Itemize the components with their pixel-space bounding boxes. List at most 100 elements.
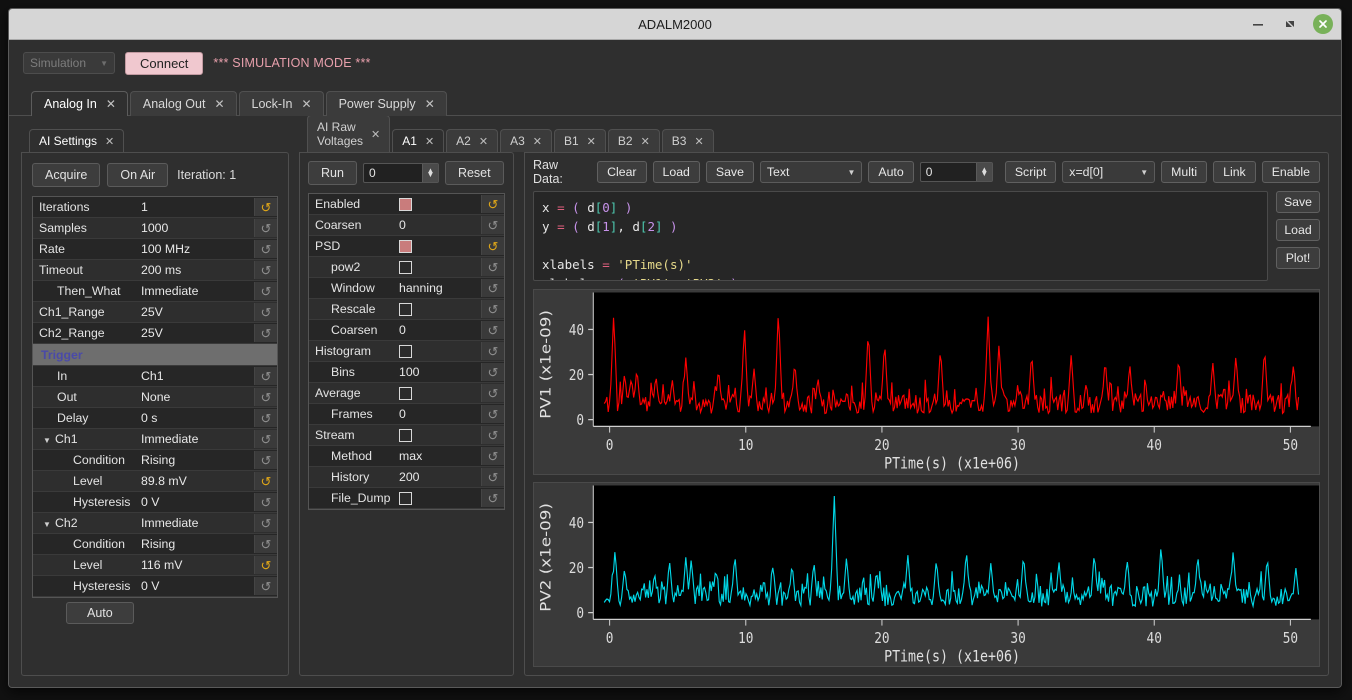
revert-button[interactable]: ↺ xyxy=(254,303,277,321)
property-value[interactable]: 0 xyxy=(399,218,481,232)
property-row[interactable]: Trigger xyxy=(33,344,277,366)
revert-button[interactable]: ↺ xyxy=(481,447,504,465)
stepper-arrows-icon[interactable]: ▲ ▼ xyxy=(975,163,992,181)
auto-trigger-button[interactable]: Auto xyxy=(66,602,134,624)
property-row[interactable]: Average ↺ xyxy=(309,383,504,404)
checkbox[interactable] xyxy=(399,491,412,505)
property-value[interactable]: None xyxy=(141,390,254,404)
raw-load-button[interactable]: Load xyxy=(652,161,700,183)
close-icon[interactable]: ✕ xyxy=(105,135,114,148)
tab-a2[interactable]: A2 ✕ xyxy=(446,129,499,152)
raw-format-select[interactable]: Text ▼ xyxy=(759,161,863,183)
chevron-down-icon[interactable]: ▼ xyxy=(43,520,55,529)
property-value[interactable]: hanning xyxy=(399,281,481,295)
property-value[interactable]: Immediate xyxy=(141,432,254,446)
property-value[interactable]: 200 ms xyxy=(141,263,254,277)
revert-button[interactable]: ↺ xyxy=(481,489,504,507)
property-value[interactable]: 0 xyxy=(399,407,481,421)
property-row[interactable]: File_Dump ↺ xyxy=(309,488,504,509)
revert-button[interactable]: ↺ xyxy=(254,198,277,216)
script-button[interactable]: Script xyxy=(1004,161,1057,183)
run-button[interactable]: Run xyxy=(308,161,357,185)
property-row[interactable]: Iterations 1 ↺ xyxy=(33,197,277,218)
tab-ai-settings[interactable]: AI Settings ✕ xyxy=(29,129,125,152)
property-row[interactable]: Method max ↺ xyxy=(309,446,504,467)
revert-button[interactable]: ↺ xyxy=(254,472,277,490)
property-value[interactable]: 116 mV xyxy=(141,558,254,572)
checkbox[interactable] xyxy=(399,428,412,442)
plot-pv1[interactable]: 0 10 20 30 40 50 0 20 40 PV1 (x1e-09) PTime(s) (… xyxy=(533,289,1320,475)
reset-button[interactable]: Reset xyxy=(444,161,504,185)
property-value[interactable] xyxy=(399,386,481,400)
property-value[interactable] xyxy=(399,197,481,211)
revert-button[interactable]: ↺ xyxy=(481,405,504,423)
revert-button[interactable]: ↺ xyxy=(254,556,277,574)
property-row[interactable]: Hysteresis 0 V ↺ xyxy=(33,576,277,597)
revert-button[interactable]: ↺ xyxy=(254,577,277,595)
property-value[interactable] xyxy=(399,239,481,253)
revert-button[interactable]: ↺ xyxy=(481,384,504,402)
checkbox[interactable] xyxy=(399,197,412,211)
script-select[interactable]: x=d[0] ▼ xyxy=(1062,161,1156,183)
property-row[interactable]: History 200 ↺ xyxy=(309,467,504,488)
property-value[interactable]: Rising xyxy=(141,537,254,551)
property-row[interactable]: In Ch1 ↺ xyxy=(33,366,277,387)
revert-button[interactable]: ↺ xyxy=(481,342,504,360)
property-row[interactable]: Samples 1000 ↺ xyxy=(33,218,277,239)
revert-button[interactable]: ↺ xyxy=(254,282,277,300)
chevron-down-icon[interactable]: ▼ xyxy=(43,436,55,445)
property-row[interactable]: PSD ↺ xyxy=(309,236,504,257)
close-icon[interactable]: ✕ xyxy=(106,97,116,111)
link-button[interactable]: Link xyxy=(1213,161,1256,183)
property-row[interactable]: Then_What Immediate ↺ xyxy=(33,281,277,302)
enable-button[interactable]: Enable xyxy=(1261,161,1320,183)
raw-auto-stepper[interactable]: 0 ▲ ▼ xyxy=(919,162,993,182)
tab-lock-in[interactable]: Lock-In ✕ xyxy=(238,91,324,116)
property-value[interactable]: 0 s xyxy=(141,411,254,425)
checkbox[interactable] xyxy=(399,302,412,316)
property-value[interactable]: Rising xyxy=(141,453,254,467)
property-value[interactable]: Ch1 xyxy=(141,369,254,383)
revert-button[interactable]: ↺ xyxy=(481,468,504,486)
property-value[interactable]: 1000 xyxy=(141,221,254,235)
property-value[interactable]: 0 V xyxy=(141,495,254,509)
revert-button[interactable]: ↺ xyxy=(481,195,504,213)
revert-button[interactable]: ↺ xyxy=(481,300,504,318)
close-icon[interactable]: ✕ xyxy=(425,97,435,111)
close-icon[interactable]: ✕ xyxy=(302,97,312,111)
property-row[interactable]: Window hanning ↺ xyxy=(309,278,504,299)
raw-save-button[interactable]: Save xyxy=(705,161,754,183)
property-value[interactable] xyxy=(399,344,481,358)
property-value[interactable]: Immediate xyxy=(141,284,254,298)
acquire-button[interactable]: Acquire xyxy=(32,163,101,187)
run-count-stepper[interactable]: 0 ▲ ▼ xyxy=(362,163,439,183)
revert-button[interactable]: ↺ xyxy=(254,451,277,469)
property-value[interactable]: 25V xyxy=(141,326,254,340)
property-value[interactable]: 200 xyxy=(399,470,481,484)
tab-a1[interactable]: A1 ✕ xyxy=(392,129,445,152)
script-load-button[interactable]: Load xyxy=(1276,219,1320,241)
property-row[interactable]: Coarsen 0 ↺ xyxy=(309,320,504,341)
revert-button[interactable]: ↺ xyxy=(254,324,277,342)
on-air-button[interactable]: On Air xyxy=(107,163,169,187)
property-row[interactable]: Delay 0 s ↺ xyxy=(33,408,277,429)
minimize-icon[interactable] xyxy=(1249,15,1267,33)
script-plot-button[interactable]: Plot! xyxy=(1276,247,1320,269)
property-value[interactable] xyxy=(399,491,481,505)
raw-clear-button[interactable]: Clear xyxy=(597,161,647,183)
revert-button[interactable]: ↺ xyxy=(481,363,504,381)
property-row[interactable]: Timeout 200 ms ↺ xyxy=(33,260,277,281)
connect-button[interactable]: Connect xyxy=(125,51,204,75)
close-icon[interactable]: ✕ xyxy=(214,97,224,111)
revert-button[interactable]: ↺ xyxy=(254,261,277,279)
revert-button[interactable]: ↺ xyxy=(481,279,504,297)
multi-button[interactable]: Multi xyxy=(1161,161,1208,183)
stepper-arrows-icon[interactable]: ▲ ▼ xyxy=(421,164,438,182)
property-value[interactable]: 0 V xyxy=(141,579,254,593)
property-row[interactable]: Condition Rising ↺ xyxy=(33,450,277,471)
checkbox[interactable] xyxy=(399,344,412,358)
revert-button[interactable]: ↺ xyxy=(481,258,504,276)
mode-select[interactable]: Simulation ▼ xyxy=(23,52,115,74)
property-value[interactable] xyxy=(399,302,481,316)
script-save-button[interactable]: Save xyxy=(1276,191,1320,213)
